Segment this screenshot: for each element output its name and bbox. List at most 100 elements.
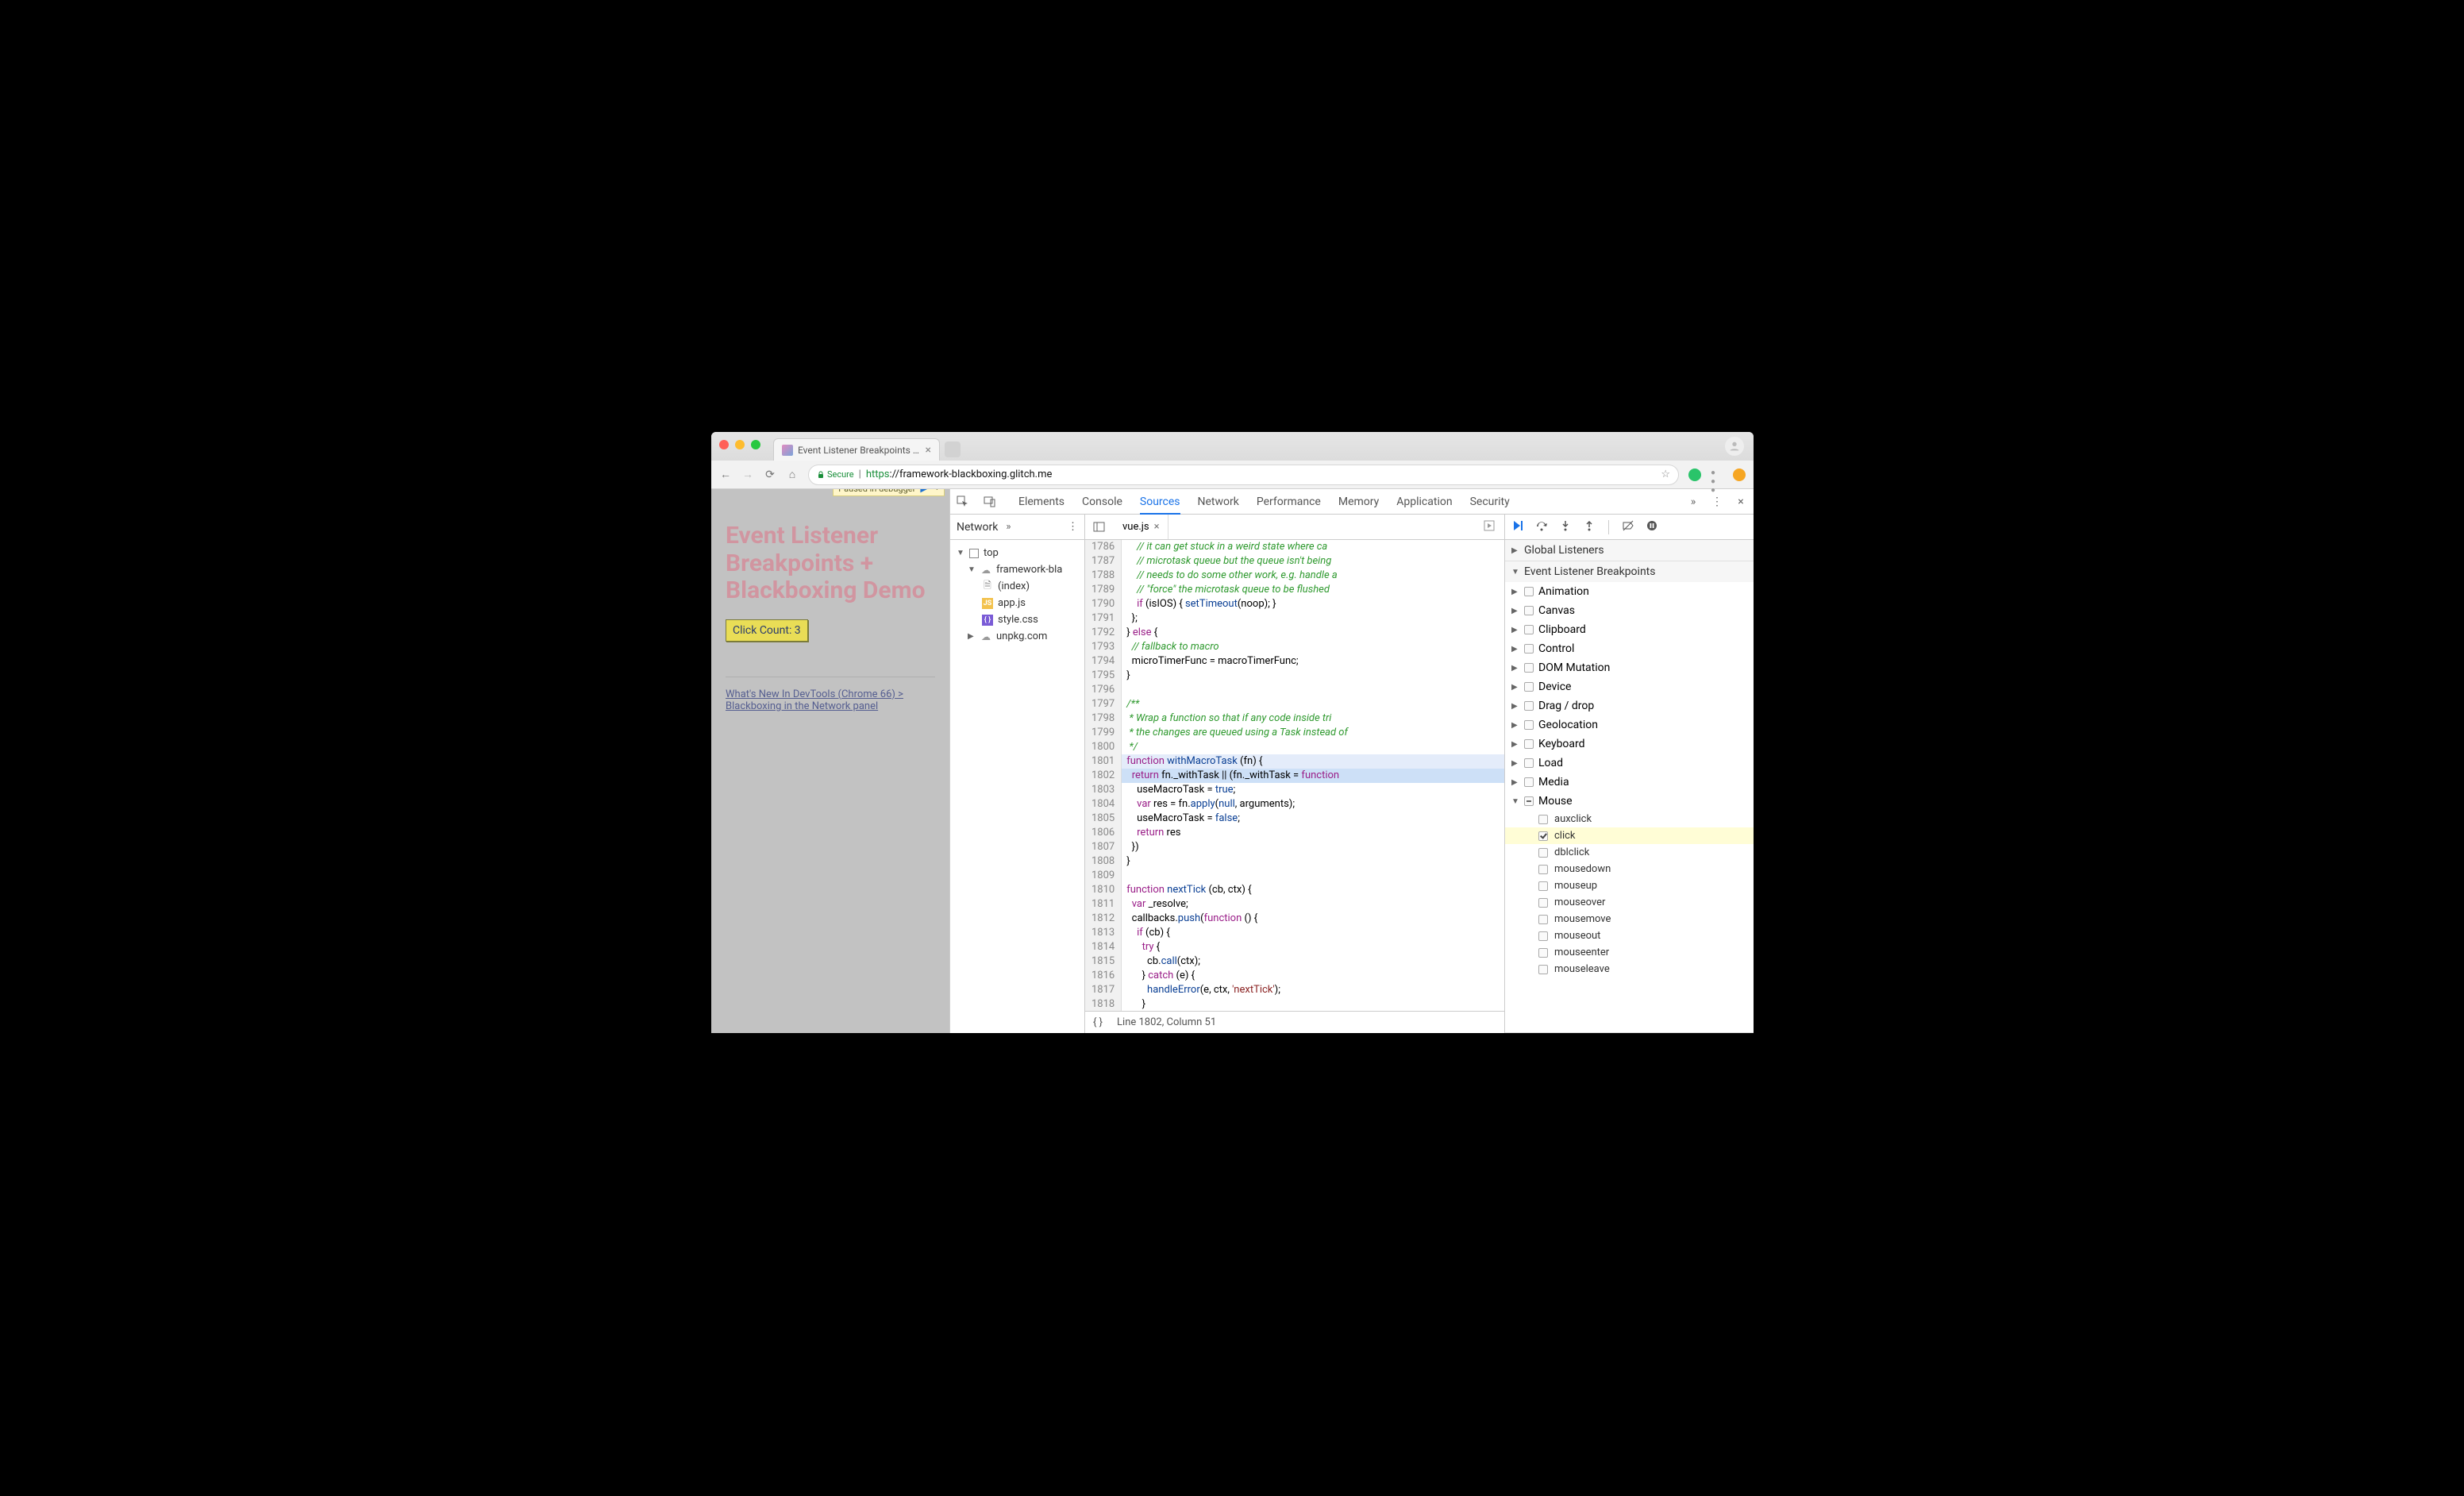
- click-count-button[interactable]: Click Count: 3: [726, 619, 808, 642]
- navigator-menu-icon[interactable]: ⋮: [1068, 521, 1078, 533]
- deactivate-breakpoints-button[interactable]: [1622, 519, 1634, 535]
- event-listener-breakpoints-section[interactable]: ▼Event Listener Breakpoints: [1505, 561, 1754, 582]
- checkbox-icon[interactable]: [1538, 898, 1548, 908]
- tree-file-stylecss[interactable]: { }style.css: [950, 611, 1084, 628]
- breakpoint-event-auxclick[interactable]: auxclick: [1505, 811, 1754, 827]
- step-over-button[interactable]: [1535, 519, 1548, 535]
- forward-button[interactable]: →: [741, 468, 754, 481]
- checkbox-icon[interactable]: [1538, 865, 1548, 874]
- checkbox-icon[interactable]: [1524, 796, 1534, 806]
- inspect-element-icon[interactable]: [957, 495, 969, 508]
- breakpoint-event-mouseup[interactable]: mouseup: [1505, 877, 1754, 894]
- whats-new-link[interactable]: What's New In DevTools (Chrome 66) > Bla…: [726, 688, 935, 712]
- code-viewer[interactable]: 1786178717881789179017911792179317941795…: [1085, 540, 1504, 1011]
- checkbox-icon[interactable]: [1538, 915, 1548, 924]
- devtools-tab-security[interactable]: Security: [1470, 495, 1510, 508]
- breakpoint-category-animation[interactable]: ▶Animation: [1505, 582, 1754, 601]
- step-into-button[interactable]: [1559, 519, 1572, 535]
- breakpoint-event-mouseout[interactable]: mouseout: [1505, 927, 1754, 944]
- devtools-tab-sources[interactable]: Sources: [1140, 495, 1180, 515]
- checkbox-icon[interactable]: [1538, 815, 1548, 824]
- extension-icon[interactable]: [1688, 468, 1701, 481]
- home-button[interactable]: ⌂: [786, 468, 799, 481]
- run-snippet-icon[interactable]: [1479, 520, 1500, 534]
- close-devtools-icon[interactable]: ×: [1734, 495, 1747, 508]
- checkbox-icon[interactable]: [1538, 931, 1548, 941]
- breakpoint-category-canvas[interactable]: ▶Canvas: [1505, 601, 1754, 620]
- close-file-icon[interactable]: ×: [1154, 521, 1160, 533]
- checkbox-icon[interactable]: [1524, 644, 1534, 654]
- checkbox-icon[interactable]: [1524, 758, 1534, 768]
- breakpoint-category-geolocation[interactable]: ▶Geolocation: [1505, 715, 1754, 735]
- breakpoint-category-media[interactable]: ▶Media: [1505, 773, 1754, 792]
- device-toolbar-icon[interactable]: [984, 495, 996, 508]
- checkbox-icon[interactable]: [1524, 663, 1534, 673]
- tree-domain[interactable]: ▼☁framework-bla: [950, 561, 1084, 578]
- step-out-button[interactable]: [1583, 519, 1596, 535]
- reload-button[interactable]: ⟳: [764, 468, 776, 481]
- checkbox-icon[interactable]: [1524, 720, 1534, 730]
- checkbox-icon[interactable]: [1538, 848, 1548, 858]
- checkbox-icon[interactable]: [1538, 948, 1548, 958]
- devtools-tab-application[interactable]: Application: [1396, 495, 1452, 508]
- devtools-menu-icon[interactable]: ⋮: [1711, 495, 1723, 508]
- checkbox-icon[interactable]: [1524, 701, 1534, 711]
- breakpoint-category-mouse[interactable]: ▼Mouse: [1505, 792, 1754, 811]
- pretty-print-icon[interactable]: { }: [1093, 1016, 1103, 1028]
- new-tab-button[interactable]: [945, 441, 961, 457]
- devtools-tab-network[interactable]: Network: [1198, 495, 1239, 508]
- tree-unpkg[interactable]: ▶☁unpkg.com: [950, 628, 1084, 645]
- back-button[interactable]: ←: [719, 468, 732, 481]
- maximize-window-button[interactable]: [751, 440, 760, 449]
- checkbox-icon[interactable]: [1524, 682, 1534, 692]
- devtools-tab-elements[interactable]: Elements: [1018, 495, 1065, 508]
- global-listeners-section[interactable]: ▶Global Listeners: [1505, 540, 1754, 561]
- breakpoint-category-drag-drop[interactable]: ▶Drag / drop: [1505, 696, 1754, 715]
- checkbox-icon[interactable]: [1524, 606, 1534, 615]
- tree-top[interactable]: ▼top: [950, 545, 1084, 561]
- checkbox-icon[interactable]: [1524, 587, 1534, 596]
- toggle-navigator-icon[interactable]: [1090, 521, 1108, 533]
- more-tabs-icon[interactable]: »: [1687, 495, 1700, 508]
- minimize-window-button[interactable]: [735, 440, 745, 449]
- checkbox-icon[interactable]: [1524, 739, 1534, 749]
- breakpoint-category-device[interactable]: ▶Device: [1505, 677, 1754, 696]
- tree-file-index[interactable]: 🗎(index): [950, 578, 1084, 595]
- breakpoint-event-mouseenter[interactable]: mouseenter: [1505, 944, 1754, 961]
- tree-file-appjs[interactable]: JSapp.js: [950, 595, 1084, 611]
- navigator-dropdown[interactable]: Network: [957, 521, 998, 534]
- devtools-tab-console[interactable]: Console: [1082, 495, 1122, 508]
- bookmark-star-icon[interactable]: ☆: [1661, 468, 1670, 480]
- breakpoint-event-dblclick[interactable]: dblclick: [1505, 844, 1754, 861]
- breakpoint-category-load[interactable]: ▶Load: [1505, 754, 1754, 773]
- profile-avatar[interactable]: [1725, 437, 1744, 456]
- devtools-tab-performance[interactable]: Performance: [1257, 495, 1321, 508]
- devtools-tab-memory[interactable]: Memory: [1338, 495, 1379, 508]
- breakpoint-event-mouseover[interactable]: mouseover: [1505, 894, 1754, 911]
- extension-icon[interactable]: [1733, 468, 1746, 481]
- breakpoint-category-keyboard[interactable]: ▶Keyboard: [1505, 735, 1754, 754]
- pause-on-exceptions-button[interactable]: [1646, 519, 1658, 535]
- checkbox-icon[interactable]: [1538, 881, 1548, 891]
- browser-tab[interactable]: Event Listener Breakpoints + B ×: [773, 438, 940, 461]
- step-over-icon[interactable]: ↷: [932, 489, 939, 494]
- close-tab-icon[interactable]: ×: [926, 444, 931, 457]
- breakpoint-event-mousemove[interactable]: mousemove: [1505, 911, 1754, 927]
- chevron-right-icon[interactable]: »: [1006, 521, 1011, 533]
- breakpoint-event-mouseleave[interactable]: mouseleave: [1505, 961, 1754, 977]
- breakpoint-category-dom-mutation[interactable]: ▶DOM Mutation: [1505, 658, 1754, 677]
- resume-button[interactable]: [1511, 519, 1524, 535]
- breakpoint-event-mousedown[interactable]: mousedown: [1505, 861, 1754, 877]
- editor-file-tab[interactable]: vue.js ×: [1115, 515, 1168, 539]
- checkbox-icon[interactable]: [1538, 965, 1548, 974]
- address-bar[interactable]: Secure | https://framework-blackboxing.g…: [808, 465, 1679, 485]
- checkbox-icon[interactable]: [1524, 625, 1534, 634]
- checkbox-icon[interactable]: [1538, 831, 1548, 841]
- resume-icon[interactable]: ▶: [920, 489, 926, 494]
- checkbox-icon[interactable]: [1524, 777, 1534, 787]
- breakpoint-category-control[interactable]: ▶Control: [1505, 639, 1754, 658]
- breakpoint-event-click[interactable]: click: [1505, 827, 1754, 844]
- extension-icon[interactable]: ● ● ●: [1711, 468, 1723, 481]
- close-window-button[interactable]: [719, 440, 729, 449]
- breakpoint-category-clipboard[interactable]: ▶Clipboard: [1505, 620, 1754, 639]
